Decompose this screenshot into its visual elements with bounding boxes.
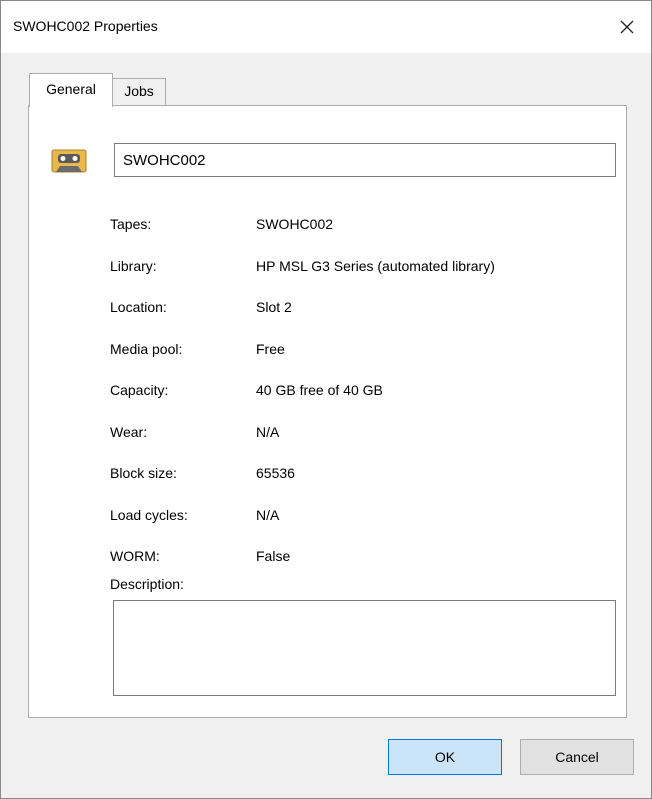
worm-value: False (256, 548, 291, 564)
location-value: Slot 2 (256, 299, 292, 315)
general-tab-panel: Tapes: SWOHC002 Library: HP MSL G3 Serie… (28, 105, 627, 718)
media-pool-value: Free (256, 341, 285, 357)
cancel-button[interactable]: Cancel (520, 739, 634, 775)
block-size-value: 65536 (256, 465, 295, 481)
tapes-value: SWOHC002 (256, 216, 334, 232)
tab-general[interactable]: General (29, 73, 113, 107)
worm-label: WORM: (110, 548, 160, 564)
ok-button[interactable]: OK (388, 739, 502, 775)
library-label: Library: (110, 258, 157, 274)
tapes-label: Tapes: (110, 216, 152, 232)
close-icon[interactable] (603, 1, 651, 53)
load-cycles-value: N/A (256, 507, 280, 523)
wear-label: Wear: (110, 424, 148, 440)
location-label: Location: (110, 299, 167, 315)
tape-cassette-icon (51, 146, 87, 178)
capacity-value: 40 GB free of 40 GB (256, 382, 383, 398)
description-field[interactable] (113, 600, 616, 696)
load-cycles-label: Load cycles: (110, 507, 188, 523)
description-label: Description: (110, 576, 184, 592)
media-pool-label: Media pool: (110, 341, 183, 357)
library-value: HP MSL G3 Series (automated library) (256, 258, 495, 274)
tape-name-field[interactable] (114, 143, 616, 177)
title-bar: SWOHC002 Properties (1, 1, 651, 53)
capacity-label: Capacity: (110, 382, 169, 398)
block-size-label: Block size: (110, 465, 177, 481)
wear-value: N/A (256, 424, 280, 440)
dialog-title: SWOHC002 Properties (13, 18, 158, 34)
properties-dialog: SWOHC002 Properties General Jobs Tapes: … (0, 0, 652, 799)
tab-jobs[interactable]: Jobs (112, 78, 166, 105)
